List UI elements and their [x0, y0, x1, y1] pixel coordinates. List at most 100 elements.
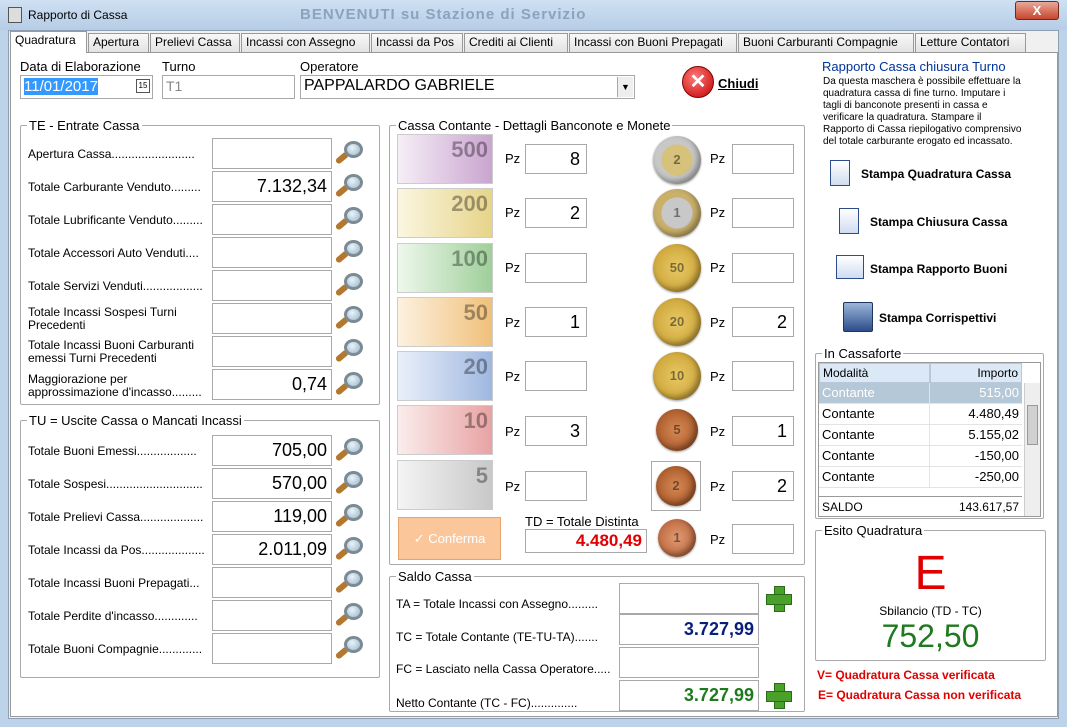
stampa-rapporto-buoni-button[interactable]: Stampa Rapporto Buoni: [870, 262, 1007, 276]
table-row[interactable]: Contante 4.480,49: [819, 404, 1022, 425]
tu-field-sospesi[interactable]: 570,00: [212, 468, 332, 499]
qty-coin-10c[interactable]: [732, 361, 794, 391]
tab-apertura[interactable]: Apertura: [88, 33, 149, 52]
calendar-icon[interactable]: 15: [136, 79, 150, 93]
te-field-servizi[interactable]: [212, 270, 332, 301]
tab-letture-contatori[interactable]: Letture Contatori: [915, 33, 1026, 52]
te-label: Totale Accessori Auto Venduti....: [28, 246, 199, 260]
qty-coin-1e[interactable]: [732, 198, 794, 228]
scrollbar-thumb[interactable]: [1027, 405, 1038, 445]
search-icon[interactable]: [334, 536, 365, 562]
tab-crediti-clienti[interactable]: Crediti ai Clienti: [464, 33, 568, 52]
search-icon[interactable]: [334, 602, 365, 628]
tu-field-pos[interactable]: 2.011,09: [212, 534, 332, 565]
tab-incassi-assegno[interactable]: Incassi con Assegno: [241, 33, 370, 52]
stampa-corrispettivi-button[interactable]: Stampa Corrispettivi: [879, 311, 996, 325]
stampa-quadratura-button[interactable]: Stampa Quadratura Cassa: [861, 167, 1011, 181]
te-field-maggiorazione[interactable]: 0,74: [212, 369, 332, 400]
search-icon[interactable]: [334, 437, 365, 463]
te-field-sospesi[interactable]: [212, 303, 332, 334]
search-icon[interactable]: [334, 635, 365, 661]
plus-icon[interactable]: [764, 681, 792, 709]
te-field-lubrificante[interactable]: [212, 204, 332, 235]
qty-note-5[interactable]: [525, 471, 587, 501]
tu-field-prepagati[interactable]: [212, 567, 332, 598]
qty-coin-5c[interactable]: 1: [732, 416, 794, 446]
tc-field[interactable]: 3.727,99: [619, 614, 759, 645]
search-icon[interactable]: [334, 239, 365, 265]
qty-coin-1c[interactable]: [732, 524, 794, 554]
close-circle-icon[interactable]: ✕: [682, 66, 714, 98]
tab-incassi-pos[interactable]: Incassi da Pos: [371, 33, 463, 52]
qty-coin-2c[interactable]: 2: [732, 471, 794, 501]
chevron-down-icon[interactable]: ▼: [617, 77, 633, 97]
table-row[interactable]: Contante 515,00: [819, 383, 1022, 404]
te-label: Totale Carburante Venduto.........: [28, 180, 201, 194]
banknote-200: 200: [397, 188, 493, 238]
search-icon[interactable]: [334, 470, 365, 496]
te-field-buoni[interactable]: [212, 336, 332, 367]
coin-1-euro: 1: [653, 189, 701, 237]
qty-note-500[interactable]: 8: [525, 144, 587, 174]
tab-buoni-compagnie[interactable]: Buoni Carburanti Compagnie: [738, 33, 914, 52]
qty-note-20[interactable]: [525, 361, 587, 391]
search-icon[interactable]: [334, 140, 365, 166]
window-close-button[interactable]: X: [1015, 1, 1059, 20]
qty-note-200[interactable]: 2: [525, 198, 587, 228]
qty-coin-20c[interactable]: 2: [732, 307, 794, 337]
search-icon[interactable]: [334, 272, 365, 298]
tu-label: Totale Sospesi..........................…: [28, 477, 203, 491]
search-icon[interactable]: [334, 371, 365, 397]
search-icon[interactable]: [334, 173, 365, 199]
data-label: Data di Elaborazione: [20, 59, 141, 74]
tu-field-perdite[interactable]: [212, 600, 332, 631]
netto-field[interactable]: 3.727,99: [619, 680, 759, 711]
legend-e: E= Quadratura Cassa non verificata: [818, 688, 1022, 702]
qty-note-100[interactable]: [525, 253, 587, 283]
data-field[interactable]: 11/01/2017 15: [20, 75, 153, 99]
qty-coin-2e[interactable]: [732, 144, 794, 174]
document-icon: [830, 160, 850, 186]
table-scrollbar[interactable]: [1024, 383, 1040, 516]
conferma-button[interactable]: ✓ Conferma: [398, 517, 501, 560]
te-label: emessi Turni Precedenti: [28, 351, 157, 365]
te-label: Totale Lubrificante Venduto.........: [28, 213, 203, 227]
qty-coin-50c[interactable]: [732, 253, 794, 283]
tab-buoni-prepagati[interactable]: Incassi con Buoni Prepagati: [569, 33, 737, 52]
tab-quadratura[interactable]: Quadratura: [10, 31, 87, 53]
table-row[interactable]: Contante -150,00: [819, 446, 1022, 467]
pz-label: Pz: [505, 479, 521, 494]
table-row[interactable]: Contante -250,00: [819, 467, 1022, 488]
sbilancio-value: 752,50: [881, 618, 980, 654]
search-icon[interactable]: [334, 206, 365, 232]
stampa-chiusura-button[interactable]: Stampa Chiusura Cassa: [870, 215, 1007, 229]
tu-field-compagnie[interactable]: [212, 633, 332, 664]
search-icon[interactable]: [334, 338, 365, 364]
qty-note-50[interactable]: 1: [525, 307, 587, 337]
ta-field[interactable]: [619, 583, 759, 614]
col-importo[interactable]: Importo: [930, 363, 1022, 383]
coin-10-cent: 10: [653, 352, 701, 400]
tu-label: Totale Incassi Buoni Prepagati...: [28, 576, 200, 590]
search-icon[interactable]: [334, 503, 365, 529]
coin-2-cent: 2: [656, 466, 696, 506]
search-icon[interactable]: [334, 569, 365, 595]
chiudi-button[interactable]: Chiudi: [718, 76, 758, 91]
table-row[interactable]: Contante 5.155,02: [819, 425, 1022, 446]
fc-field[interactable]: [619, 647, 759, 678]
col-modalita[interactable]: Modalità: [819, 363, 930, 383]
tab-prelievi-cassa[interactable]: Prelievi Cassa: [150, 33, 240, 52]
turno-field[interactable]: T1: [162, 75, 295, 99]
te-field-apertura[interactable]: [212, 138, 332, 169]
saldo-row: SALDO 143.617,57: [819, 496, 1022, 516]
plus-icon[interactable]: [764, 584, 792, 612]
qty-note-10[interactable]: 3: [525, 416, 587, 446]
search-icon[interactable]: [334, 305, 365, 331]
te-field-carburante[interactable]: 7.132,34: [212, 171, 332, 202]
tu-field-buoni-emessi[interactable]: 705,00: [212, 435, 332, 466]
netto-label: Netto Contante (TC - FC)..............: [396, 696, 578, 710]
tu-field-prelievi[interactable]: 119,00: [212, 501, 332, 532]
cassaforte-title: In Cassaforte: [822, 346, 904, 361]
operatore-select[interactable]: PAPPALARDO GABRIELE ▼: [300, 75, 635, 99]
te-field-accessori[interactable]: [212, 237, 332, 268]
